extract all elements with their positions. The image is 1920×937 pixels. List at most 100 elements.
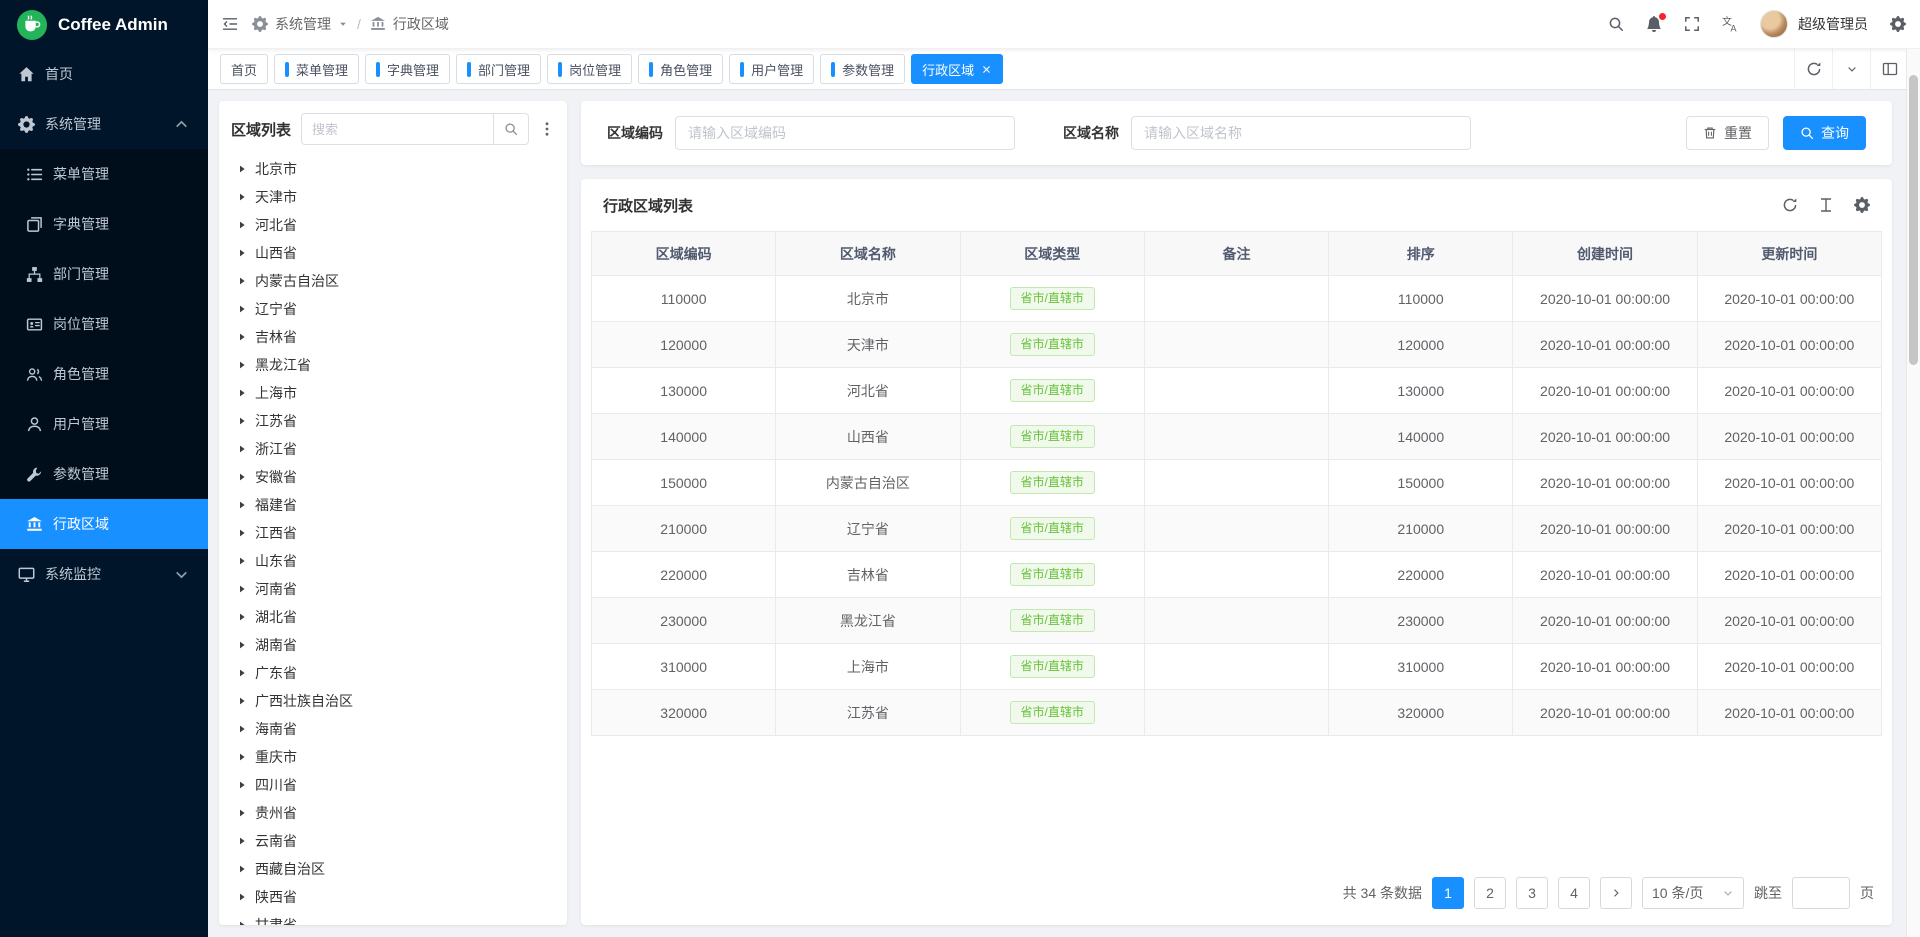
- page-size-select[interactable]: 10 条/页: [1642, 877, 1744, 909]
- tree-item[interactable]: 吉林省: [231, 323, 555, 351]
- caret-right-icon[interactable]: [237, 808, 247, 818]
- avatar[interactable]: [1760, 10, 1788, 38]
- tab[interactable]: 行政区域: [911, 54, 1003, 84]
- sidebar-item-role-mgmt[interactable]: 角色管理: [0, 349, 208, 399]
- page-number-button[interactable]: 1: [1432, 877, 1464, 909]
- tree-item[interactable]: 海南省: [231, 715, 555, 743]
- tab[interactable]: 首页: [220, 54, 268, 84]
- tree-item[interactable]: 湖南省: [231, 631, 555, 659]
- caret-right-icon[interactable]: [237, 584, 247, 594]
- caret-right-icon[interactable]: [237, 696, 247, 706]
- caret-right-icon[interactable]: [237, 612, 247, 622]
- tree-item[interactable]: 江西省: [231, 519, 555, 547]
- query-button[interactable]: 查询: [1783, 116, 1866, 150]
- tree-item[interactable]: 陕西省: [231, 883, 555, 911]
- name-input[interactable]: [1131, 116, 1471, 150]
- table-row[interactable]: 140000 山西省 省市/直辖市 140000 2020-10-01 00:0…: [592, 414, 1882, 460]
- table-settings-gear-icon[interactable]: [1854, 197, 1870, 213]
- fullscreen-icon[interactable]: [1684, 16, 1700, 32]
- tree-item[interactable]: 西藏自治区: [231, 855, 555, 883]
- current-user-name[interactable]: 超级管理员: [1798, 14, 1868, 34]
- table-row[interactable]: 150000 内蒙古自治区 省市/直辖市 150000 2020-10-01 0…: [592, 460, 1882, 506]
- caret-right-icon[interactable]: [237, 192, 247, 202]
- column-height-icon[interactable]: [1818, 197, 1834, 213]
- tree-item[interactable]: 贵州省: [231, 799, 555, 827]
- tab[interactable]: 字典管理: [365, 54, 450, 84]
- tree-item[interactable]: 河南省: [231, 575, 555, 603]
- caret-right-icon[interactable]: [237, 836, 247, 846]
- tree-item[interactable]: 山东省: [231, 547, 555, 575]
- scrollbar-thumb[interactable]: [1909, 75, 1918, 365]
- tree-item[interactable]: 上海市: [231, 379, 555, 407]
- vertical-scrollbar[interactable]: [1906, 49, 1920, 937]
- table-row[interactable]: 320000 江苏省 省市/直辖市 320000 2020-10-01 00:0…: [592, 690, 1882, 736]
- caret-right-icon[interactable]: [237, 248, 247, 258]
- tree-search-button[interactable]: [493, 113, 529, 145]
- caret-right-icon[interactable]: [237, 500, 247, 510]
- caret-right-icon[interactable]: [237, 444, 247, 454]
- tree-item[interactable]: 湖北省: [231, 603, 555, 631]
- caret-right-icon[interactable]: [237, 332, 247, 342]
- tree-item[interactable]: 北京市: [231, 155, 555, 183]
- caret-right-icon[interactable]: [237, 528, 247, 538]
- caret-right-icon[interactable]: [237, 556, 247, 566]
- sidebar-item-dept-mgmt[interactable]: 部门管理: [0, 249, 208, 299]
- tree-item[interactable]: 天津市: [231, 183, 555, 211]
- tab[interactable]: 角色管理: [638, 54, 723, 84]
- table-row[interactable]: 210000 辽宁省 省市/直辖市 210000 2020-10-01 00:0…: [592, 506, 1882, 552]
- tree-item[interactable]: 广西壮族自治区: [231, 687, 555, 715]
- caret-right-icon[interactable]: [237, 304, 247, 314]
- translate-icon[interactable]: 文A: [1722, 16, 1738, 32]
- tree-item[interactable]: 河北省: [231, 211, 555, 239]
- caret-right-icon[interactable]: [237, 640, 247, 650]
- jump-page-input[interactable]: [1792, 877, 1850, 909]
- tree-item[interactable]: 福建省: [231, 491, 555, 519]
- caret-right-icon[interactable]: [237, 388, 247, 398]
- table-row[interactable]: 110000 北京市 省市/直辖市 110000 2020-10-01 00:0…: [592, 276, 1882, 322]
- settings-gear-icon[interactable]: [1890, 16, 1906, 32]
- table-row[interactable]: 120000 天津市 省市/直辖市 120000 2020-10-01 00:0…: [592, 322, 1882, 368]
- tab[interactable]: 用户管理: [729, 54, 814, 84]
- page-number-button[interactable]: 3: [1516, 877, 1548, 909]
- caret-right-icon[interactable]: [237, 864, 247, 874]
- sidebar-item-post-mgmt[interactable]: 岗位管理: [0, 299, 208, 349]
- sidebar-item-user-mgmt[interactable]: 用户管理: [0, 399, 208, 449]
- tree-item[interactable]: 内蒙古自治区: [231, 267, 555, 295]
- table-row[interactable]: 230000 黑龙江省 省市/直辖市 230000 2020-10-01 00:…: [592, 598, 1882, 644]
- caret-right-icon[interactable]: [237, 416, 247, 426]
- caret-right-icon[interactable]: [237, 668, 247, 678]
- tree-item[interactable]: 四川省: [231, 771, 555, 799]
- caret-right-icon[interactable]: [237, 780, 247, 790]
- tab[interactable]: 参数管理: [820, 54, 905, 84]
- sidebar-item-menu-mgmt[interactable]: 菜单管理: [0, 149, 208, 199]
- tree-item[interactable]: 甘肃省: [231, 911, 555, 925]
- tree-item[interactable]: 黑龙江省: [231, 351, 555, 379]
- table-row[interactable]: 310000 上海市 省市/直辖市 310000 2020-10-01 00:0…: [592, 644, 1882, 690]
- tree-item[interactable]: 辽宁省: [231, 295, 555, 323]
- search-icon[interactable]: [1608, 16, 1624, 32]
- sidebar-item-home[interactable]: 首页: [0, 49, 208, 99]
- tree-item[interactable]: 重庆市: [231, 743, 555, 771]
- tree-item[interactable]: 浙江省: [231, 435, 555, 463]
- caret-right-icon[interactable]: [237, 724, 247, 734]
- notifications-button[interactable]: [1646, 16, 1662, 32]
- caret-right-icon[interactable]: [237, 276, 247, 286]
- tab[interactable]: 菜单管理: [274, 54, 359, 84]
- breadcrumb-parent[interactable]: 系统管理: [275, 14, 331, 34]
- more-options-icon[interactable]: [539, 121, 555, 137]
- tree-item[interactable]: 江苏省: [231, 407, 555, 435]
- layout-toggle-icon[interactable]: [1870, 49, 1908, 89]
- next-page-button[interactable]: [1600, 877, 1632, 909]
- page-number-button[interactable]: 4: [1558, 877, 1590, 909]
- tab-close-icon[interactable]: [981, 64, 992, 75]
- tree-item[interactable]: 广东省: [231, 659, 555, 687]
- caret-right-icon[interactable]: [237, 892, 247, 902]
- tree-item[interactable]: 云南省: [231, 827, 555, 855]
- reset-button[interactable]: 重置: [1686, 116, 1769, 150]
- app-logo[interactable]: Coffee Admin: [0, 0, 208, 49]
- tree-item[interactable]: 山西省: [231, 239, 555, 267]
- sidebar-item-dict-mgmt[interactable]: 字典管理: [0, 199, 208, 249]
- page-number-button[interactable]: 2: [1474, 877, 1506, 909]
- table-row[interactable]: 220000 吉林省 省市/直辖市 220000 2020-10-01 00:0…: [592, 552, 1882, 598]
- code-input[interactable]: [675, 116, 1015, 150]
